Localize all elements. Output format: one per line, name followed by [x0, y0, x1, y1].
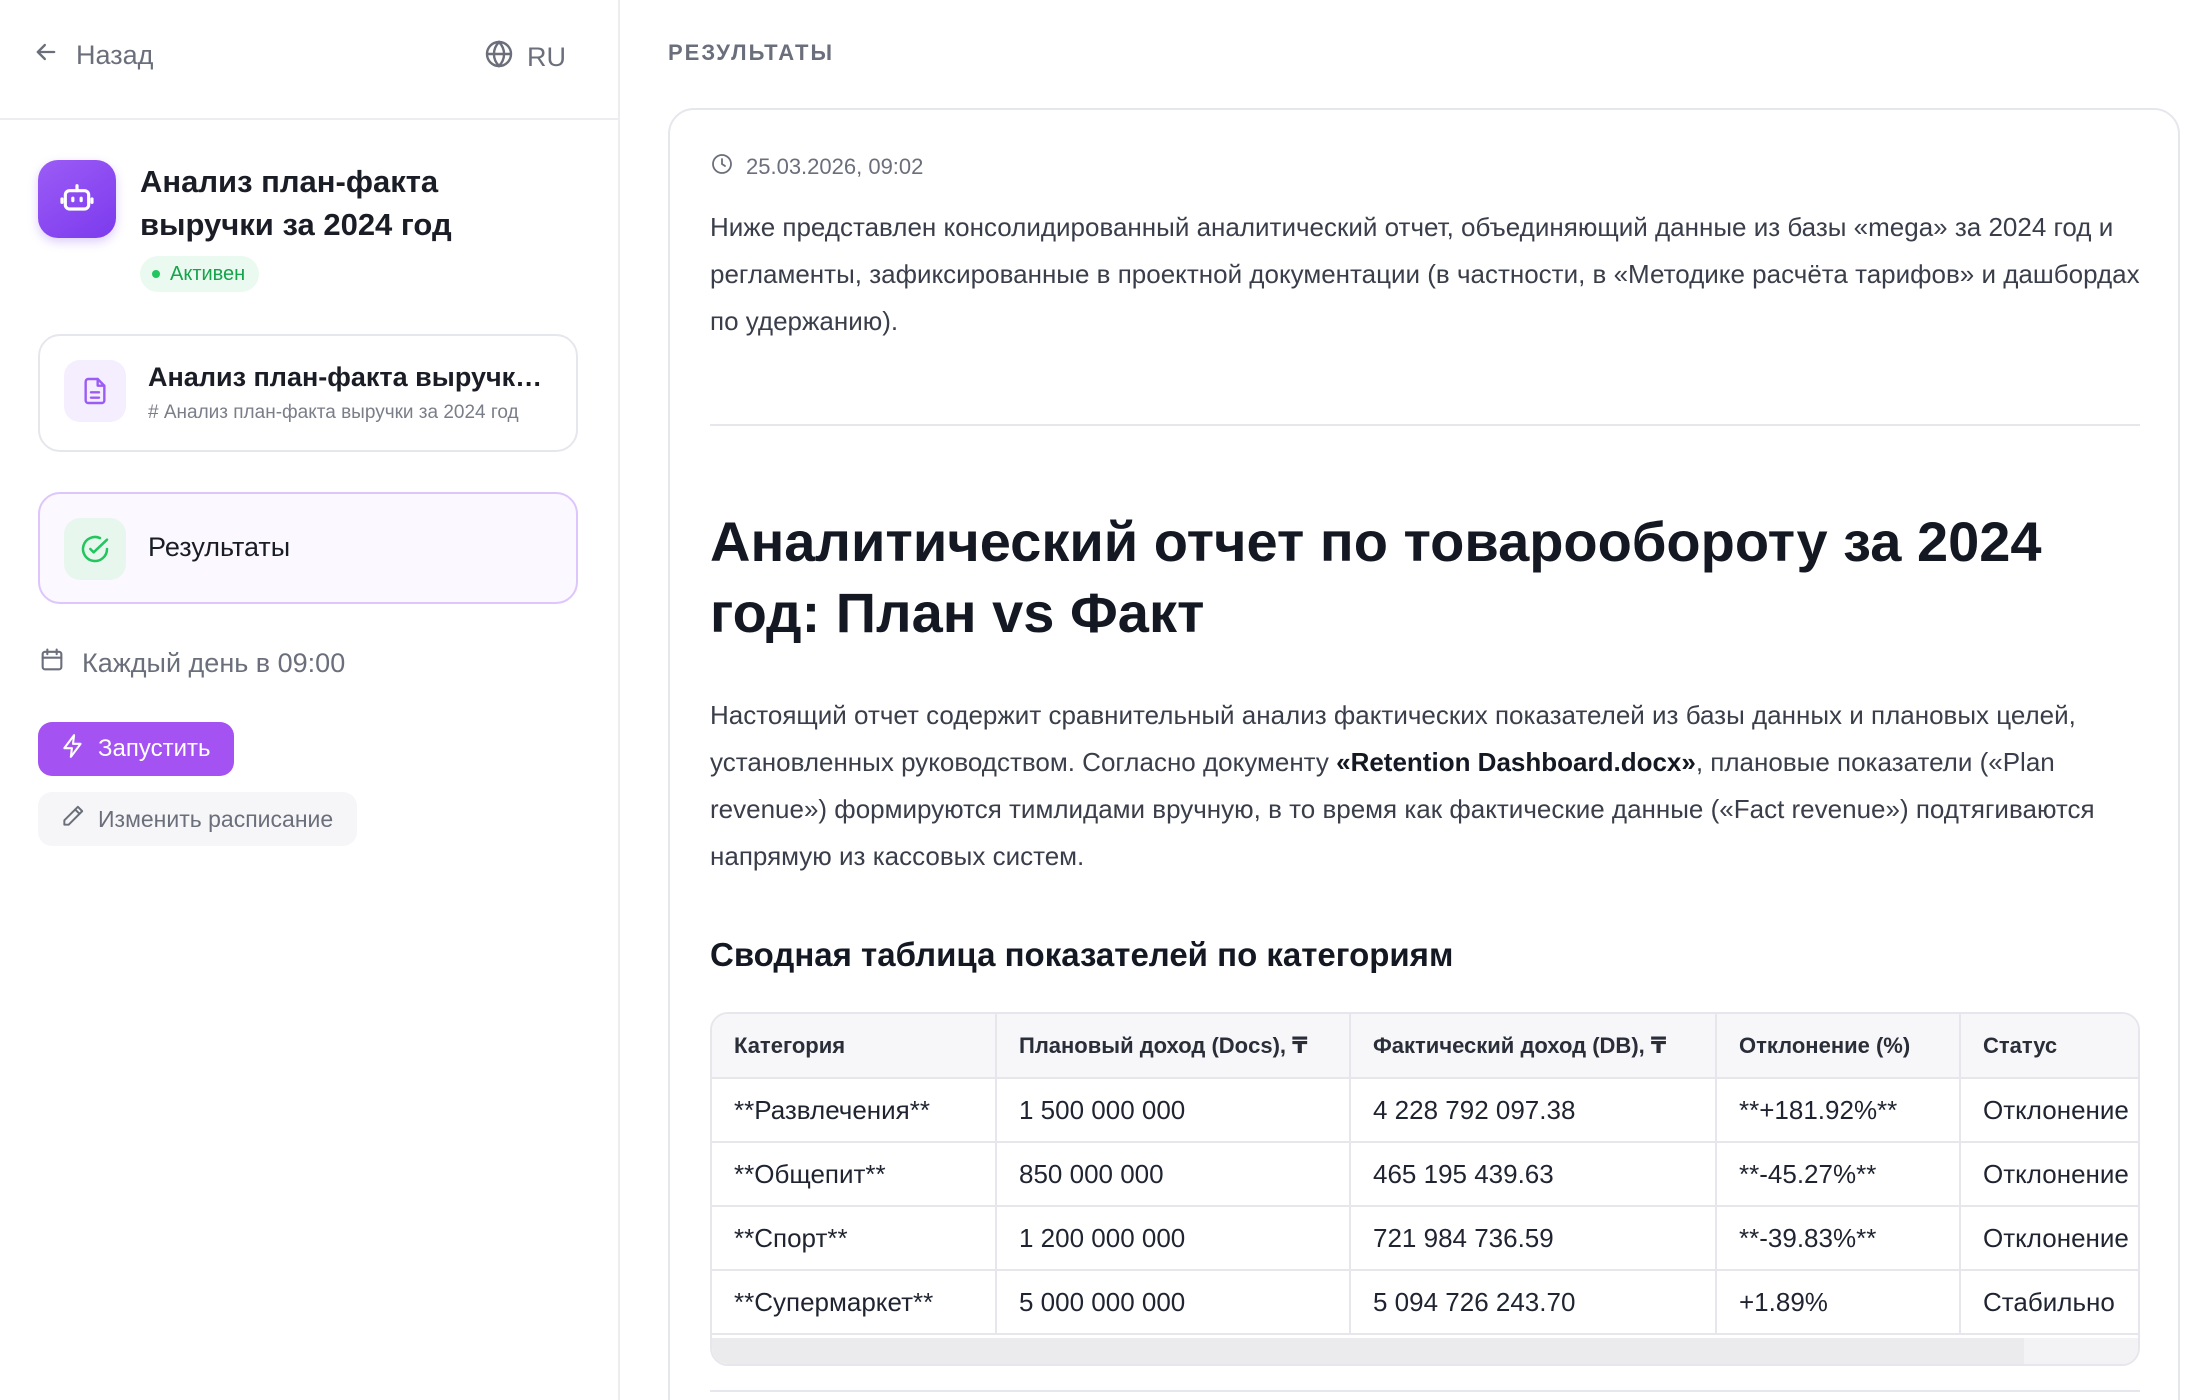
table-cell: 1 200 000 000	[996, 1206, 1351, 1271]
globe-icon	[483, 38, 515, 77]
table-heading: Сводная таблица показателей по категория…	[710, 936, 1454, 973]
sidebar: Назад RU Анализ план-факта выручки за 20…	[0, 0, 620, 1400]
main-content: РЕЗУЛЬТАТЫ 25.03.2026, 09:02 Ниже предст…	[620, 0, 2200, 1400]
table-cell: 850 000 000	[996, 1142, 1351, 1207]
table-header-cell: Фактический доход (DB), ₸	[1350, 1014, 1717, 1079]
horizontal-scrollbar[interactable]	[712, 1338, 2138, 1364]
run-button-label: Запустить	[98, 735, 211, 762]
table-header-row: Категория Плановый доход (Docs), ₸ Факти…	[712, 1014, 2138, 1079]
table-cell: 4 228 792 097.38	[1350, 1078, 1717, 1143]
document-card[interactable]: Анализ план-факта выручки за 2024 год # …	[38, 334, 578, 452]
scrollbar-thumb[interactable]	[712, 1338, 2024, 1364]
run-timestamp: 25.03.2026, 09:02	[710, 152, 923, 182]
divider	[710, 1390, 2140, 1392]
timestamp-label: 25.03.2026, 09:02	[746, 154, 924, 179]
pencil-icon	[60, 803, 86, 835]
table-cell: **Развлечения**	[712, 1078, 997, 1143]
table-cell: +1.89%	[1716, 1270, 1961, 1335]
table-cell: **Спорт**	[712, 1206, 997, 1271]
edit-schedule-label: Изменить расписание	[98, 805, 334, 832]
table-cell: **-45.27%**	[1716, 1142, 1961, 1207]
back-button[interactable]: Назад	[32, 38, 153, 73]
report-heading: Аналитический отчет по товарообороту за …	[710, 510, 2042, 644]
table-cell: **+181.92%**	[1716, 1078, 1961, 1143]
results-card[interactable]: Результаты	[38, 492, 578, 604]
table-cell: 465 195 439.63	[1350, 1142, 1717, 1207]
table-cell: 5 094 726 243.70	[1350, 1270, 1717, 1335]
table-header-cell: Статус	[1960, 1014, 2138, 1079]
language-switcher[interactable]: RU	[483, 38, 566, 77]
table-cell: Отклонение	[1960, 1078, 2138, 1143]
status-badge: Активен	[140, 256, 260, 292]
arrow-left-icon	[32, 38, 60, 73]
back-label: Назад	[76, 40, 154, 70]
table-cell: **Супермаркет**	[712, 1270, 997, 1335]
intro-paragraph: Ниже представлен консолидированный анали…	[710, 212, 2140, 336]
summary-table-container[interactable]: Категория Плановый доход (Docs), ₸ Факти…	[710, 1012, 2140, 1366]
divider	[710, 424, 2140, 426]
calendar-icon	[38, 646, 66, 681]
results-card-title: Результаты	[148, 532, 291, 562]
summary-table: Категория Плановый доход (Docs), ₸ Факти…	[712, 1014, 2138, 1335]
table-row: **Общепит** 850 000 000 465 195 439.63 *…	[712, 1142, 2138, 1207]
result-panel[interactable]: 25.03.2026, 09:02 Ниже представлен консо…	[668, 108, 2180, 1400]
table-header-cell: Категория	[712, 1014, 997, 1079]
lightning-icon	[60, 733, 86, 766]
status-dot-icon	[152, 270, 160, 278]
language-label: RU	[527, 42, 566, 72]
schedule-label: Каждый день в 09:00	[82, 648, 346, 678]
table-cell: Стабильно	[1960, 1270, 2138, 1335]
agent-title: Анализ план-факта выручки за 2024 год	[140, 164, 452, 242]
table-cell: 721 984 736.59	[1350, 1206, 1717, 1271]
table-cell: Отклонение	[1960, 1206, 2138, 1271]
schedule-info: Каждый день в 09:00	[38, 646, 345, 681]
section-label: РЕЗУЛЬТАТЫ	[668, 40, 834, 65]
sidebar-header: Назад RU	[0, 0, 618, 120]
bot-icon	[38, 160, 116, 238]
document-reference: «Retention Dashboard.docx»	[1336, 747, 1696, 777]
run-button[interactable]: Запустить	[38, 722, 235, 776]
document-card-title: Анализ план-факта выручки за 2024 год	[148, 362, 558, 392]
table-cell: **Общепит**	[712, 1142, 997, 1207]
table-row: **Супермаркет** 5 000 000 000 5 094 726 …	[712, 1270, 2138, 1335]
table-cell: Отклонение	[1960, 1142, 2138, 1207]
document-card-subtitle: # Анализ план-факта выручки за 2024 год	[148, 402, 519, 423]
table-row: **Спорт** 1 200 000 000 721 984 736.59 *…	[712, 1206, 2138, 1271]
clock-icon	[710, 152, 734, 182]
table-cell: **-39.83%**	[1716, 1206, 1961, 1271]
table-header-cell: Плановый доход (Docs), ₸	[996, 1014, 1351, 1079]
status-label: Активен	[170, 262, 246, 285]
table-cell: 1 500 000 000	[996, 1078, 1351, 1143]
table-row: **Развлечения** 1 500 000 000 4 228 792 …	[712, 1078, 2138, 1143]
edit-schedule-button[interactable]: Изменить расписание	[38, 792, 358, 846]
table-header-cell: Отклонение (%)	[1716, 1014, 1961, 1079]
check-circle-icon	[64, 518, 126, 580]
report-paragraph: Настоящий отчет содержит сравнительный а…	[710, 692, 2140, 880]
document-icon	[64, 360, 126, 422]
table-cell: 5 000 000 000	[996, 1270, 1351, 1335]
